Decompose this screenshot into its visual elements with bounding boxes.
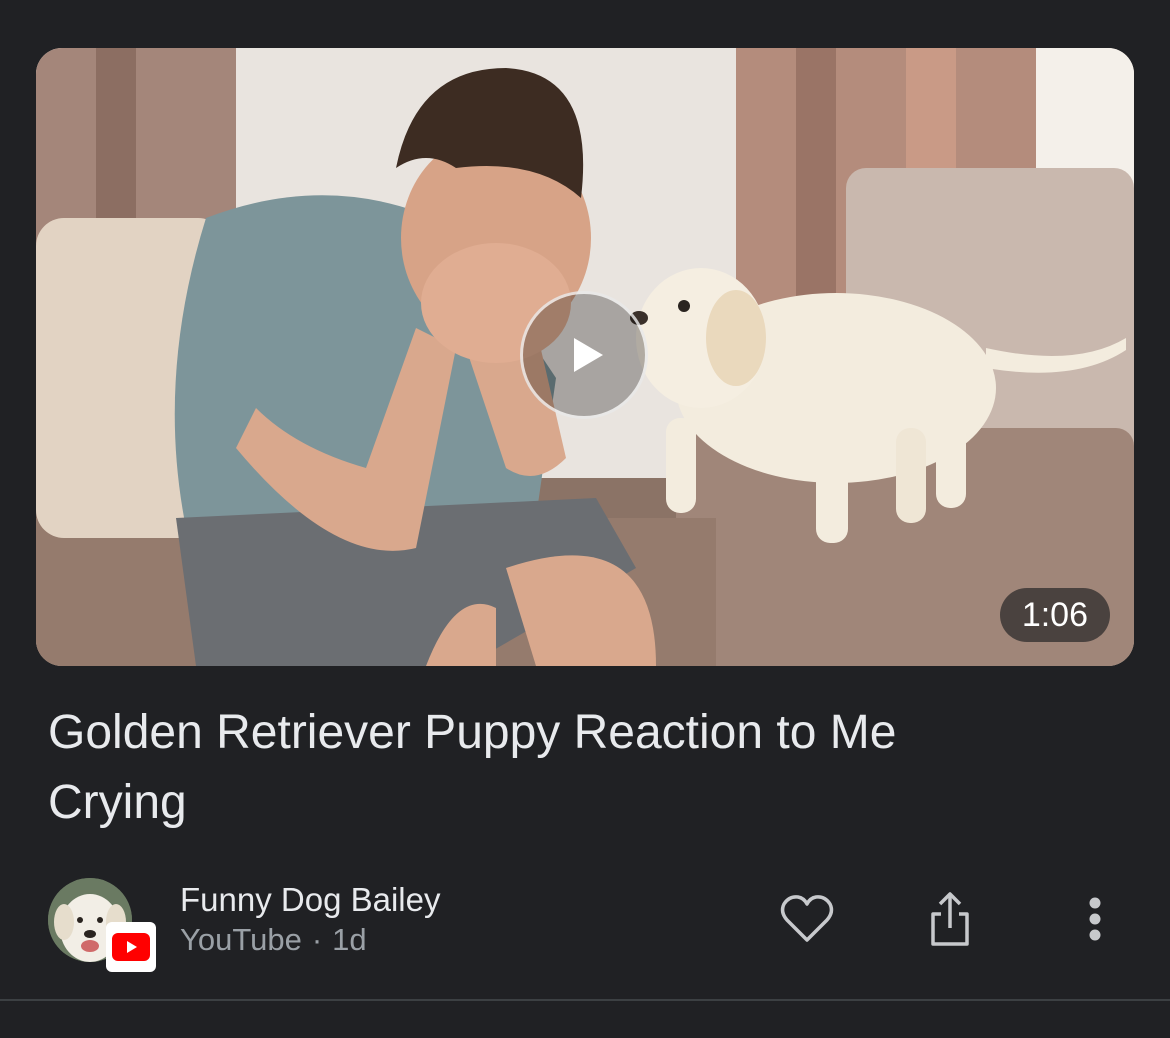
- post-age: 1d: [332, 922, 367, 957]
- play-icon: [574, 338, 603, 372]
- duration-badge: 1:06: [999, 588, 1110, 642]
- separator: ·: [311, 922, 323, 957]
- source-line: YouTube · 1d: [180, 920, 367, 960]
- more-vertical-icon: [1089, 897, 1101, 941]
- youtube-icon: [112, 933, 150, 961]
- source-name: YouTube: [180, 922, 302, 957]
- like-button[interactable]: [774, 886, 840, 952]
- youtube-badge: [106, 922, 156, 972]
- heart-icon: [780, 895, 834, 942]
- more-button[interactable]: [1062, 886, 1128, 952]
- meta-row: Funny Dog Bailey YouTube · 1d: [48, 878, 1138, 974]
- video-card[interactable]: 1:06 Golden Retriever Puppy Reaction to …: [0, 0, 1170, 1000]
- share-button[interactable]: [917, 886, 983, 952]
- share-icon: [931, 892, 969, 946]
- channel-name[interactable]: Funny Dog Bailey: [180, 880, 440, 920]
- play-button[interactable]: [520, 291, 648, 419]
- video-thumbnail[interactable]: 1:06: [36, 48, 1134, 666]
- video-title[interactable]: Golden Retriever Puppy Reaction to Me Cr…: [48, 698, 1048, 838]
- card-divider: [0, 999, 1170, 1001]
